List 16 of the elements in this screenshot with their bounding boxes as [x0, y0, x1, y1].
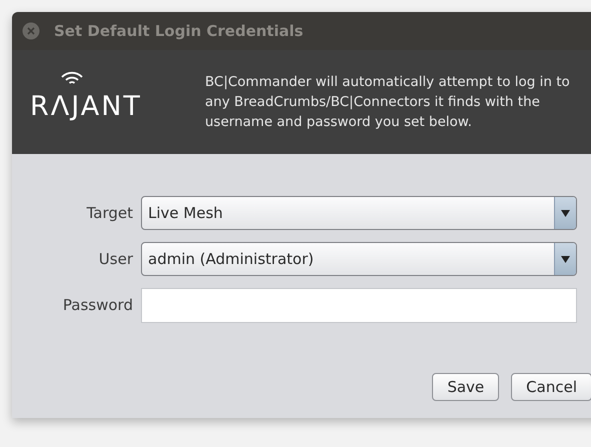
header-message: BC|Commander will automatically attempt to log in to any BreadCrumbs/BC|Connectors it finds with the username and password you set below.: [205, 73, 571, 132]
window-title: Set Default Login Credentials: [54, 20, 304, 42]
cancel-button[interactable]: Cancel: [511, 373, 591, 401]
dropdown[interactable]: Live Mesh: [141, 196, 577, 230]
dropdown-value: Live Mesh: [147, 202, 224, 224]
field-label: Password: [62, 295, 134, 316]
close-icon[interactable]: [22, 22, 40, 40]
save-button[interactable]: Save: [432, 373, 500, 401]
field-label: User: [98, 248, 134, 270]
field-label: Target: [86, 202, 134, 224]
caret-icon: [561, 210, 570, 216]
dropdown[interactable]: admin (Administrator): [141, 242, 577, 276]
logo: RΛJANT: [30, 90, 142, 122]
caret-icon: [561, 256, 570, 262]
password-field[interactable]: [141, 288, 577, 323]
dropdown-value: admin (Administrator): [147, 248, 315, 270]
